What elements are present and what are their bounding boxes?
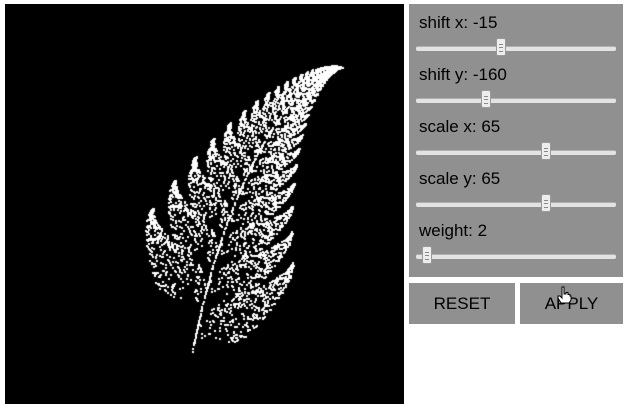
apply-button[interactable]: APPLY	[520, 283, 623, 324]
weight-control: weight: 2	[409, 212, 623, 264]
scale-y-label: scale y: 65	[419, 169, 501, 188]
shift-y-slider-track[interactable]	[416, 98, 616, 103]
scale-y-slider-track[interactable]	[416, 202, 616, 207]
fern-drawing	[5, 4, 404, 404]
weight-label: weight: 2	[419, 221, 488, 240]
shift-x-control: shift x: -15	[409, 4, 623, 56]
weight-slider-track[interactable]	[416, 254, 616, 259]
scale-y-slider-thumb[interactable]	[541, 194, 551, 212]
scale-y-control: scale y: 65	[409, 160, 623, 212]
shift-y-slider-thumb[interactable]	[481, 90, 491, 108]
scale-x-slider-track[interactable]	[416, 150, 616, 155]
shift-x-slider-thumb[interactable]	[496, 38, 506, 56]
controls-panel: shift x: -15 shift y: -160 scale x: 65 s…	[409, 4, 623, 277]
reset-button[interactable]: RESET	[409, 283, 515, 324]
shift-x-slider-track[interactable]	[416, 46, 616, 51]
shift-y-label: shift y: -160	[419, 65, 507, 84]
shift-y-control: shift y: -160	[409, 56, 623, 108]
fractal-canvas	[5, 4, 404, 404]
weight-slider-thumb[interactable]	[421, 246, 432, 264]
shift-x-label: shift x: -15	[419, 13, 498, 32]
scale-x-label: scale x: 65	[419, 117, 501, 136]
scale-x-control: scale x: 65	[409, 108, 623, 160]
scale-x-slider-thumb[interactable]	[541, 142, 551, 160]
